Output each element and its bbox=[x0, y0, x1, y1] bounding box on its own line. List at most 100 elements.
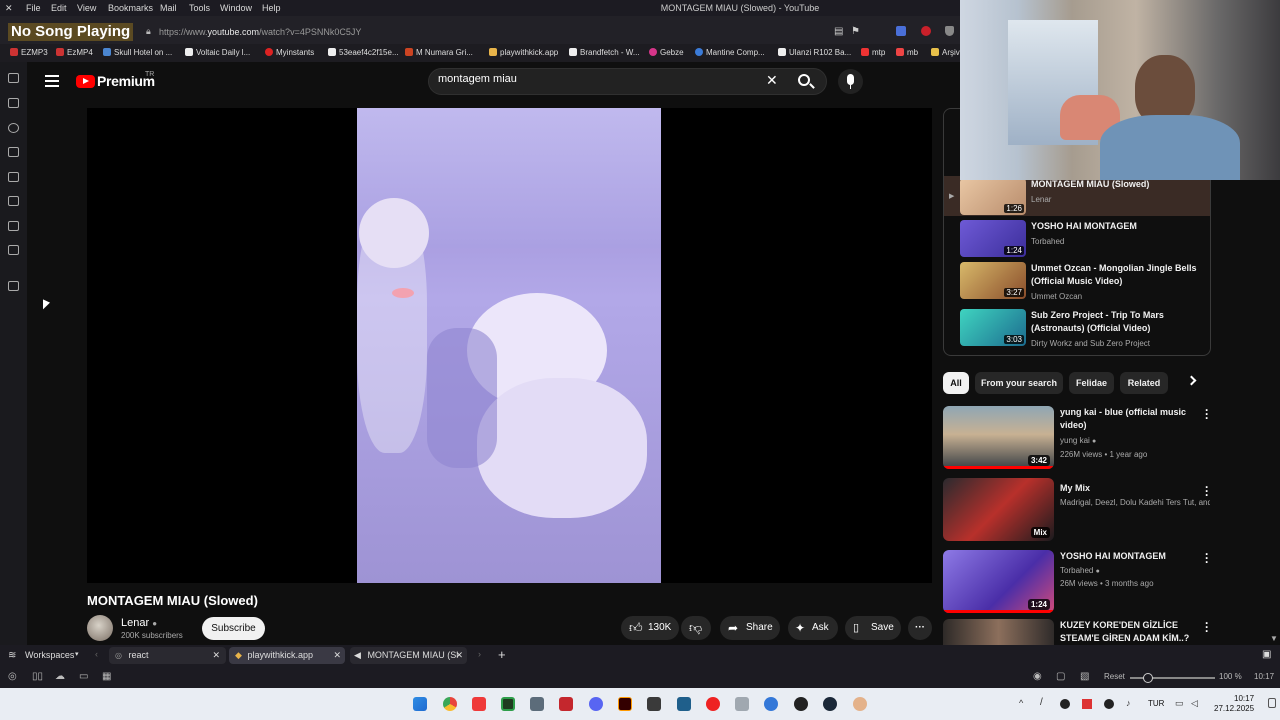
tray-app-icon[interactable] bbox=[1082, 699, 1092, 709]
more-actions-button[interactable]: ··· bbox=[908, 616, 932, 640]
bookmark-item[interactable]: Mantine Comp... bbox=[695, 48, 765, 57]
capture-icon[interactable]: ◉ bbox=[1033, 671, 1042, 682]
save-button[interactable]: ▯ Save bbox=[845, 616, 901, 640]
notes-panel-icon[interactable] bbox=[8, 147, 19, 157]
notification-center-icon[interactable] bbox=[1268, 698, 1276, 708]
bookmark-item[interactable]: M Numara Gri... bbox=[405, 48, 473, 57]
bookmark-item[interactable]: Skull Hotel on ... bbox=[103, 48, 172, 57]
translate-panel-icon[interactable] bbox=[8, 172, 19, 182]
chrome-icon[interactable] bbox=[443, 697, 457, 711]
channel-avatar[interactable] bbox=[87, 615, 113, 641]
bookmark-item[interactable]: EZMP3 bbox=[10, 48, 48, 57]
tray-app-icon[interactable] bbox=[1104, 699, 1114, 709]
browser-tab[interactable]: ◎ react ✕ bbox=[109, 647, 226, 664]
bookmark-item[interactable]: Voltaic Daily l... bbox=[185, 48, 250, 57]
terminal-icon[interactable] bbox=[501, 697, 515, 711]
notification-icon[interactable]: ▣ bbox=[1262, 649, 1271, 660]
more-options-icon[interactable]: · · · bbox=[1205, 404, 1209, 424]
obs-icon[interactable] bbox=[794, 697, 808, 711]
page-tiling-icon[interactable]: ▢ bbox=[1056, 671, 1065, 682]
shield-icon[interactable] bbox=[945, 26, 954, 36]
workspaces-icon[interactable]: ≋ bbox=[8, 650, 16, 661]
tray-pen-icon[interactable]: / bbox=[1040, 697, 1043, 708]
more-options-icon[interactable]: · · · bbox=[1205, 481, 1209, 501]
zoom-slider-thumb[interactable] bbox=[1143, 673, 1153, 683]
cloud-sync-icon[interactable]: ☁ bbox=[55, 671, 65, 682]
tab-scroll-right-icon[interactable]: › bbox=[478, 649, 481, 659]
recommended-video[interactable]: 3:42 yung kai - blue (official music vid… bbox=[943, 404, 1213, 469]
voice-search-icon[interactable] bbox=[838, 69, 863, 94]
playlist-item[interactable]: 1:24 YOSHO HAI MONTAGEM Torbahed bbox=[960, 220, 1210, 260]
recommended-mix[interactable]: Mix My Mix Madrigal, Deezl, Dolu Kadehi … bbox=[943, 478, 1213, 541]
bookmark-item[interactable]: Myinstants bbox=[265, 48, 314, 57]
mail-status-icon[interactable]: ▭ bbox=[79, 671, 88, 682]
history-panel-icon[interactable] bbox=[8, 123, 19, 133]
bookmark-page-icon[interactable]: ⚑ bbox=[851, 26, 860, 37]
image-toggle-icon[interactable]: ▧ bbox=[1080, 671, 1089, 682]
filezilla-icon[interactable] bbox=[559, 697, 573, 711]
bookmark-item[interactable]: mtp bbox=[861, 48, 885, 57]
search-input[interactable] bbox=[438, 73, 738, 85]
reading-list-panel-icon[interactable] bbox=[8, 196, 19, 206]
downloads-panel-icon[interactable] bbox=[8, 98, 19, 108]
reader-view-icon[interactable]: ▤ bbox=[834, 26, 843, 37]
like-button[interactable]: 👍︎ 130K bbox=[621, 616, 679, 640]
bookmark-item[interactable]: Gebze bbox=[649, 48, 684, 57]
zoom-slider[interactable] bbox=[1130, 673, 1215, 683]
recommended-video[interactable]: KUZEY KORE'DEN GİZLİCE STEAM'E GİREN ADA… bbox=[943, 619, 1213, 645]
youtube-logo-icon[interactable] bbox=[76, 75, 95, 88]
tiling-icon[interactable]: ▯▯ bbox=[32, 671, 43, 682]
clear-search-icon[interactable]: ✕ bbox=[766, 72, 778, 89]
tray-app-icon[interactable] bbox=[1060, 699, 1070, 709]
bookmark-item[interactable]: Ulanzi R102 Ba... bbox=[778, 48, 851, 57]
discord-icon[interactable] bbox=[589, 697, 603, 711]
bookmark-item[interactable]: mb bbox=[896, 48, 918, 57]
new-tab-icon[interactable]: + bbox=[498, 647, 506, 662]
explorer-icon[interactable] bbox=[735, 697, 749, 711]
more-options-icon[interactable]: · · · bbox=[1205, 548, 1209, 568]
chip-felidae[interactable]: Felidae bbox=[1069, 372, 1114, 394]
bookmarks-panel-icon[interactable] bbox=[8, 73, 19, 83]
subscribe-button[interactable]: Subscribe bbox=[202, 617, 265, 640]
zoom-reset-button[interactable]: Reset bbox=[1104, 672, 1125, 681]
browser-tab-active[interactable]: ◀ MONTAGEM MIAU (Sl ✕ bbox=[350, 647, 467, 664]
ask-button[interactable]: ✦ Ask bbox=[788, 616, 838, 640]
playlist-item[interactable]: 3:03 Sub Zero Project - Trip To Mars (As… bbox=[960, 309, 1210, 349]
chip-related[interactable]: Related bbox=[1120, 372, 1168, 394]
translate-extension-icon[interactable] bbox=[896, 26, 906, 36]
illustrator-icon[interactable] bbox=[618, 697, 632, 711]
app-window-icon[interactable] bbox=[677, 697, 691, 711]
chevron-right-icon[interactable] bbox=[1186, 375, 1197, 386]
vivaldi-taskbar-icon[interactable] bbox=[472, 697, 486, 711]
bookmark-item[interactable]: Arşiv bbox=[931, 48, 960, 57]
mail-panel-icon[interactable] bbox=[8, 245, 19, 255]
calendar-status-icon[interactable]: ▦ bbox=[102, 671, 111, 682]
video-frame[interactable] bbox=[357, 108, 661, 583]
battery-icon[interactable]: ▭ bbox=[1175, 698, 1184, 709]
chevron-down-icon[interactable]: ▾ bbox=[75, 650, 79, 658]
add-web-panel-icon[interactable] bbox=[8, 281, 19, 291]
bookmark-item[interactable]: EzMP4 bbox=[56, 48, 93, 57]
browser-tab[interactable]: ◆ playwithkick.app ✕ bbox=[229, 647, 345, 664]
channel-name[interactable]: Lenar ● bbox=[121, 617, 157, 629]
tab-scroll-left-icon[interactable]: ‹ bbox=[95, 649, 98, 659]
more-options-icon[interactable]: · · · bbox=[1205, 619, 1209, 637]
vscode-icon[interactable] bbox=[764, 697, 778, 711]
steam-icon[interactable] bbox=[823, 697, 837, 711]
playlist-item[interactable]: 1:26 MONTAGEM MIAU (Slowed) Lenar bbox=[960, 178, 1210, 218]
calendar-panel-icon[interactable] bbox=[8, 221, 19, 231]
app-swirl-icon[interactable] bbox=[853, 697, 867, 711]
bookmark-item[interactable]: 53eaef4c2f15e... bbox=[328, 48, 399, 57]
microphone-icon[interactable]: ♪ bbox=[1126, 698, 1131, 708]
gear-app-icon[interactable] bbox=[530, 697, 544, 711]
language-indicator[interactable]: TUR bbox=[1148, 699, 1164, 708]
record-extension-icon[interactable] bbox=[921, 26, 931, 36]
workspaces-menu[interactable]: Workspaces bbox=[25, 650, 74, 660]
record-app-icon[interactable] bbox=[706, 697, 720, 711]
playlist-item[interactable]: 3:27 Ummet Ozcan - Mongolian Jingle Bell… bbox=[960, 262, 1210, 302]
bookmark-item[interactable]: playwithkick.app bbox=[489, 48, 558, 57]
panel-toggle-icon[interactable]: ◎ bbox=[8, 671, 17, 682]
taskbar-clock[interactable]: 10:17 27.12.2025 bbox=[1214, 694, 1254, 714]
windows-start-icon[interactable] bbox=[413, 697, 427, 711]
share-button[interactable]: ➦ Share bbox=[720, 616, 780, 640]
